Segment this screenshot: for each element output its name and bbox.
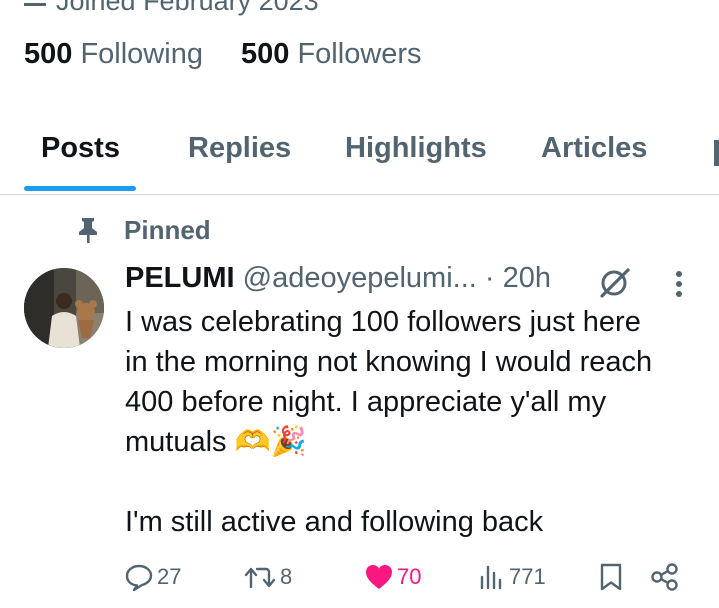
followers-count: 500 [241,38,290,70]
tab-posts[interactable]: Posts [41,132,120,165]
avatar-photo [24,268,104,348]
bookmark-icon [600,563,622,591]
grok-icon[interactable] [598,267,632,299]
share-button[interactable] [650,560,683,594]
author-name[interactable]: PELUMI [125,262,235,294]
followers-label: Followers [297,38,422,70]
heart-icon [366,565,392,589]
following-count: 500 [24,38,73,70]
repost-count: 8 [280,564,293,589]
active-tab-indicator [24,186,136,191]
profile-stats: 500 Following 500 Followers [24,38,452,71]
like-count: 70 [397,564,422,589]
post-header: PELUMI @adeoyepelumi... · 20h [125,262,551,295]
tab-overflow-edge[interactable] [714,140,719,166]
tab-articles[interactable]: Articles [541,132,647,165]
followers-link[interactable]: 500 Followers [241,38,422,70]
bookmark-button[interactable] [598,560,627,594]
views-icon [480,565,502,590]
author-handle[interactable]: @adeoyepelumi... [243,262,477,294]
calendar-icon [24,0,46,7]
avatar[interactable] [24,268,104,348]
share-icon [651,563,678,591]
post-actions: 27 8 70 771 [0,558,719,598]
joined-date: Joined February 2023 [24,0,319,17]
like-button[interactable]: 70 [364,560,421,594]
post-text: I was celebrating 100 followers just her… [125,306,653,538]
views-count: 771 [509,564,546,589]
tab-highlights[interactable]: Highlights [345,132,487,165]
repost-icon [244,567,276,589]
tab-replies[interactable]: Replies [188,132,291,165]
following-label: Following [80,38,203,70]
reply-count: 27 [157,564,182,589]
more-icon[interactable] [667,268,691,304]
following-link[interactable]: 500 Following [24,38,203,70]
post-time[interactable]: · 20h [485,262,551,294]
reply-icon [125,564,153,591]
reply-button[interactable]: 27 [124,560,181,594]
joined-text: Joined February 2023 [56,0,319,16]
pinned-label: Pinned [124,215,211,245]
views-button[interactable]: 771 [478,560,546,594]
profile-tabs: Posts Replies Highlights Articles [0,118,719,195]
repost-button[interactable]: 8 [243,560,292,594]
pin-icon [79,218,97,243]
